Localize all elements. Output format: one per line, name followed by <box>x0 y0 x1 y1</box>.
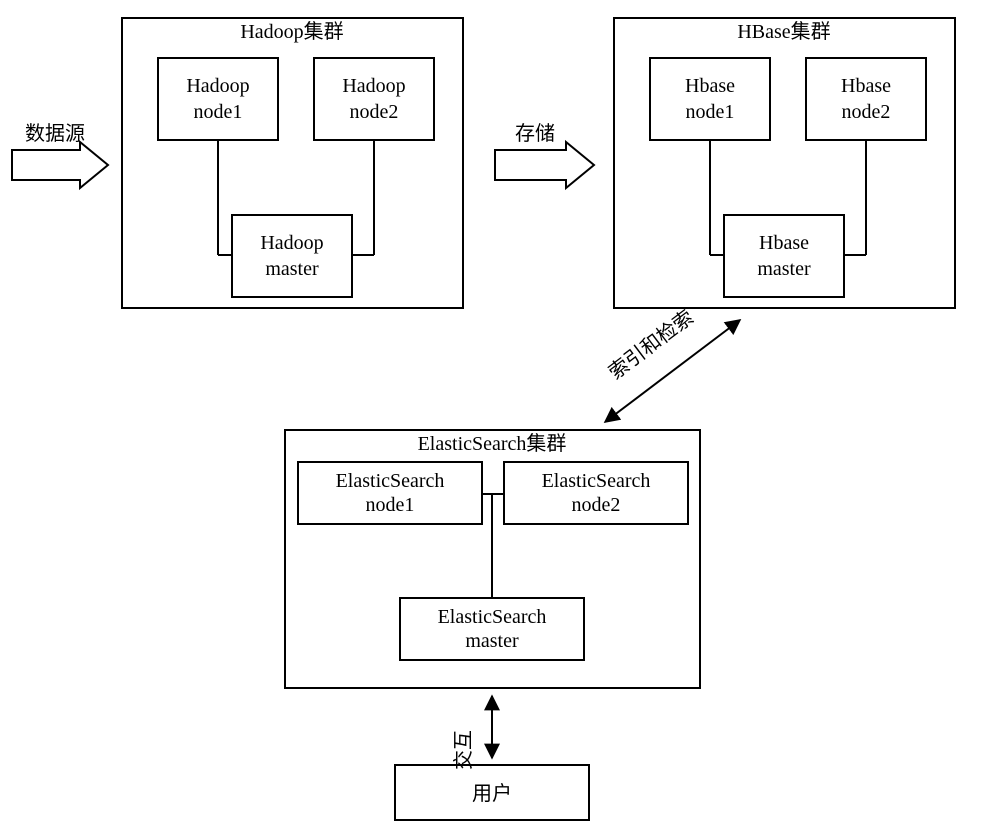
hadoop-cluster: Hadoop集群 Hadoop node1 Hadoop node2 Hadoo… <box>122 18 463 308</box>
interact-arrow: 交互 <box>452 696 492 770</box>
hbase-cluster-title: HBase集群 <box>737 20 830 43</box>
index-search-label: 索引和检索 <box>604 306 698 385</box>
user-label: 用户 <box>472 782 512 805</box>
hadoop-master: Hadoop master <box>232 215 352 297</box>
svg-text:master: master <box>265 258 319 280</box>
svg-text:node2: node2 <box>842 101 891 123</box>
data-source-label: 数据源 <box>25 122 85 145</box>
es-master: ElasticSearch master <box>400 598 584 660</box>
es-cluster-title: ElasticSearch集群 <box>418 432 567 455</box>
data-source-arrow: 数据源 <box>12 122 108 188</box>
svg-text:Hadoop: Hadoop <box>260 232 323 254</box>
svg-text:Hbase: Hbase <box>685 75 735 97</box>
svg-text:node1: node1 <box>194 101 243 123</box>
svg-text:ElasticSearch: ElasticSearch <box>438 606 547 628</box>
hbase-node2: Hbase node2 <box>806 58 926 140</box>
svg-text:Hbase: Hbase <box>841 75 891 97</box>
svg-text:ElasticSearch: ElasticSearch <box>542 470 651 492</box>
svg-text:Hadoop: Hadoop <box>342 75 405 97</box>
svg-text:master: master <box>465 630 519 652</box>
hbase-node1: Hbase node1 <box>650 58 770 140</box>
svg-text:node1: node1 <box>686 101 735 123</box>
svg-text:node2: node2 <box>350 101 399 123</box>
es-node2: ElasticSearch node2 <box>504 462 688 524</box>
svg-text:Hbase: Hbase <box>759 232 809 254</box>
architecture-diagram: 数据源 Hadoop集群 Hadoop node1 Hadoop node2 H… <box>0 0 1000 833</box>
index-search-arrow: 索引和检索 <box>604 306 740 422</box>
svg-text:ElasticSearch: ElasticSearch <box>336 470 445 492</box>
elasticsearch-cluster: ElasticSearch集群 ElasticSearch node1 Elas… <box>285 430 700 688</box>
hbase-cluster: HBase集群 Hbase node1 Hbase node2 Hbase ma… <box>614 18 955 308</box>
hadoop-cluster-title: Hadoop集群 <box>240 20 343 43</box>
svg-text:master: master <box>757 258 811 280</box>
storage-arrow: 存储 <box>495 122 594 188</box>
svg-text:node2: node2 <box>572 494 621 516</box>
es-node1: ElasticSearch node1 <box>298 462 482 524</box>
user-box: 用户 <box>395 765 589 820</box>
svg-text:Hadoop: Hadoop <box>186 75 249 97</box>
hadoop-node2: Hadoop node2 <box>314 58 434 140</box>
hadoop-node1: Hadoop node1 <box>158 58 278 140</box>
storage-label: 存储 <box>515 122 555 145</box>
svg-text:node1: node1 <box>366 494 415 516</box>
hbase-master: Hbase master <box>724 215 844 297</box>
